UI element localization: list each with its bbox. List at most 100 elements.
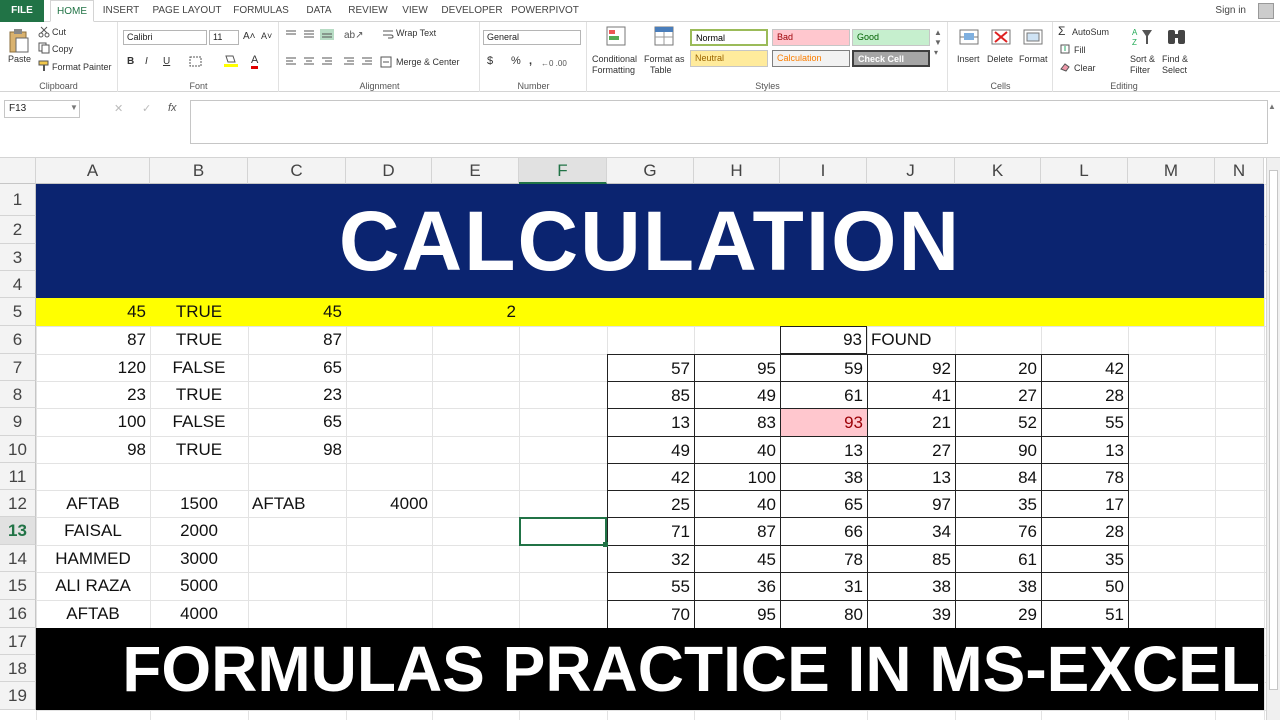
percent-button[interactable]: %: [511, 55, 521, 67]
column-header-k[interactable]: K: [955, 158, 1041, 184]
sort-filter-icon[interactable]: AZ: [1132, 26, 1154, 48]
shrink-font-icon[interactable]: A˅: [261, 31, 272, 41]
column-header-b[interactable]: B: [150, 158, 248, 184]
delete-cells-icon[interactable]: [991, 26, 1013, 48]
borders-icon[interactable]: [189, 56, 203, 68]
tab-home[interactable]: HOME: [50, 0, 94, 22]
cancel-icon[interactable]: ✕: [114, 102, 123, 115]
matrix-cell-i14[interactable]: 78: [780, 545, 868, 573]
horizontal-align-icons[interactable]: [284, 56, 374, 68]
column-header-g[interactable]: G: [607, 158, 694, 184]
column-header-h[interactable]: H: [694, 158, 780, 184]
style-good[interactable]: Good: [852, 29, 930, 46]
matrix-cell-j11[interactable]: 13: [867, 463, 956, 491]
matrix-cell-g10[interactable]: 49: [607, 436, 695, 464]
matrix-cell-g12[interactable]: 25: [607, 490, 695, 518]
matrix-cell-g11[interactable]: 42: [607, 463, 695, 491]
matrix-cell-g13[interactable]: 71: [607, 517, 695, 546]
matrix-cell-l16[interactable]: 51: [1041, 600, 1129, 629]
cell-a12[interactable]: AFTAB: [36, 490, 150, 517]
matrix-cell-j7[interactable]: 92: [867, 354, 956, 382]
row-header-11[interactable]: 11: [0, 463, 36, 490]
matrix-cell-l14[interactable]: 35: [1041, 545, 1129, 573]
comma-button[interactable]: ,: [529, 55, 532, 67]
delete-button[interactable]: Delete: [987, 54, 1013, 64]
cell-a9[interactable]: 100: [36, 408, 150, 436]
row-header-2[interactable]: 2: [0, 216, 36, 244]
matrix-cell-i10[interactable]: 13: [780, 436, 868, 464]
clear-button[interactable]: Clear: [1074, 63, 1096, 73]
matrix-cell-h11[interactable]: 100: [694, 463, 781, 491]
matrix-cell-k11[interactable]: 84: [955, 463, 1042, 491]
cell-a6[interactable]: 87: [36, 326, 150, 354]
style-neutral[interactable]: Neutral: [690, 50, 768, 67]
bold-button[interactable]: B: [127, 56, 134, 67]
lookup-result-cell[interactable]: FOUND: [867, 326, 955, 354]
select-all-corner[interactable]: [0, 158, 36, 184]
matrix-cell-i9[interactable]: 93: [780, 408, 868, 437]
column-header-e[interactable]: E: [432, 158, 519, 184]
matrix-cell-h15[interactable]: 36: [694, 572, 781, 601]
cell-c12[interactable]: AFTAB: [248, 490, 346, 517]
fill-color-icon[interactable]: [223, 54, 239, 68]
vertical-align-icons[interactable]: ab↗: [284, 28, 364, 40]
lookup-value-cell[interactable]: 93: [780, 326, 867, 354]
column-header-c[interactable]: C: [248, 158, 346, 184]
row-header-6[interactable]: 6: [0, 326, 36, 354]
row-header-8[interactable]: 8: [0, 381, 36, 408]
conditional-formatting-button[interactable]: Conditional: [592, 54, 637, 64]
column-header-l[interactable]: L: [1041, 158, 1128, 184]
row-header-1[interactable]: 1: [0, 184, 36, 216]
matrix-cell-i8[interactable]: 61: [780, 381, 868, 409]
sign-in-link[interactable]: Sign in: [1215, 0, 1246, 22]
matrix-cell-h13[interactable]: 87: [694, 517, 781, 546]
merge-center-button[interactable]: Merge & Center: [396, 57, 460, 67]
tab-developer[interactable]: DEVELOPER: [440, 0, 504, 22]
style-bad[interactable]: Bad: [772, 29, 850, 46]
vertical-scrollbar[interactable]: [1266, 158, 1280, 720]
font-size-select[interactable]: 11: [209, 30, 239, 45]
style-check-cell[interactable]: Check Cell: [852, 50, 930, 67]
cell-b16[interactable]: 4000: [150, 600, 248, 628]
row-header-3[interactable]: 3: [0, 244, 36, 271]
matrix-cell-h14[interactable]: 45: [694, 545, 781, 573]
tab-powerpivot[interactable]: POWERPIVOT: [510, 0, 580, 22]
matrix-cell-h10[interactable]: 40: [694, 436, 781, 464]
format-button[interactable]: Format: [1019, 54, 1048, 64]
matrix-cell-l10[interactable]: 13: [1041, 436, 1129, 464]
underline-button[interactable]: U: [163, 56, 170, 67]
row-header-14[interactable]: 14: [0, 545, 36, 572]
matrix-cell-l13[interactable]: 28: [1041, 517, 1129, 546]
styles-scroll-icon[interactable]: ▲ ▼ ▾: [934, 28, 942, 58]
cell-d15[interactable]: [346, 572, 432, 600]
matrix-cell-k12[interactable]: 35: [955, 490, 1042, 518]
insert-button[interactable]: Insert: [957, 54, 980, 64]
matrix-cell-g14[interactable]: 32: [607, 545, 695, 573]
matrix-cell-h12[interactable]: 40: [694, 490, 781, 518]
cell-b8[interactable]: TRUE: [150, 381, 248, 408]
number-format-select[interactable]: General: [483, 30, 581, 45]
binoculars-icon[interactable]: [1166, 26, 1188, 48]
font-color-icon[interactable]: A: [251, 54, 259, 69]
row-header-16[interactable]: 16: [0, 600, 36, 628]
matrix-cell-h9[interactable]: 83: [694, 408, 781, 437]
matrix-cell-i15[interactable]: 31: [780, 572, 868, 601]
matrix-cell-k8[interactable]: 27: [955, 381, 1042, 409]
format-as-table-button[interactable]: Format as: [644, 54, 685, 64]
cell-a15[interactable]: ALI RAZA: [36, 572, 150, 600]
cell-b15[interactable]: 5000: [150, 572, 248, 600]
italic-button[interactable]: I: [145, 56, 148, 67]
tab-insert[interactable]: INSERT: [100, 0, 142, 22]
matrix-cell-i11[interactable]: 38: [780, 463, 868, 491]
cell-b9[interactable]: FALSE: [150, 408, 248, 436]
matrix-cell-l11[interactable]: 78: [1041, 463, 1129, 491]
matrix-cell-l9[interactable]: 55: [1041, 408, 1129, 437]
matrix-cell-j15[interactable]: 38: [867, 572, 956, 601]
wrap-text-button[interactable]: Wrap Text: [396, 28, 436, 38]
worksheet-grid[interactable]: ABCDEFGHIJKLMN 1 2 3 4 5 6 7 8 9 10 11 12 13 14 15 16 17…: [0, 158, 1280, 720]
cell-c10[interactable]: 98: [248, 436, 346, 463]
format-cells-icon[interactable]: [1023, 26, 1045, 48]
cell-e5[interactable]: 2: [432, 300, 520, 324]
cell-a7[interactable]: 120: [36, 354, 150, 381]
style-calculation[interactable]: Calculation: [772, 50, 850, 67]
